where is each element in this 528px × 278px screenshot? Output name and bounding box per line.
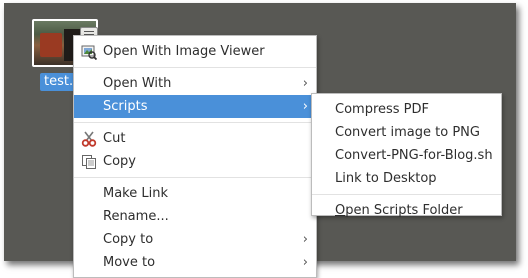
menu-separator xyxy=(74,122,316,123)
scripts-submenu: Compress PDF Convert image to PNG Conver… xyxy=(311,93,502,218)
image-viewer-icon xyxy=(81,44,98,61)
menu-item-label: Cut xyxy=(103,131,126,146)
submenu-arrow-icon: › xyxy=(302,99,308,114)
scissors-icon xyxy=(81,131,97,147)
menu-item-label: Open With xyxy=(103,76,172,91)
menu-item-label: Copy xyxy=(103,154,136,169)
menu-item-scripts[interactable]: Scripts › xyxy=(74,95,316,118)
menu-item-open-scripts-folder[interactable]: Open Scripts Folder xyxy=(312,199,501,222)
script-item-convert-png-for-blog[interactable]: Convert-PNG-for-Blog.sh xyxy=(312,144,501,167)
mnemonic-letter: O xyxy=(335,203,346,218)
menu-separator xyxy=(74,67,316,68)
menu-item-label: Link to Desktop xyxy=(335,171,437,186)
menu-item-open-with[interactable]: Open With › xyxy=(74,72,316,95)
menu-item-label: Compress PDF xyxy=(335,102,430,117)
menu-item-label: Move to xyxy=(103,255,156,270)
submenu-arrow-icon: › xyxy=(302,76,308,91)
menu-item-label: Make Link xyxy=(103,186,168,201)
menu-item-label: Open With Image Viewer xyxy=(103,44,265,59)
thumbnail-detail xyxy=(40,33,62,57)
menu-separator xyxy=(74,177,316,178)
script-item-compress-pdf[interactable]: Compress PDF xyxy=(312,98,501,121)
menu-item-label: Convert-PNG-for-Blog.sh xyxy=(335,148,493,163)
screenshot-frame: test.p Open With Image Viewer Open With … xyxy=(0,0,528,278)
script-item-convert-image-to-png[interactable]: Convert image to PNG xyxy=(312,121,501,144)
menu-item-cut[interactable]: Cut xyxy=(74,127,316,150)
menu-item-label: Rename... xyxy=(103,209,169,224)
menu-item-rename[interactable]: Rename... xyxy=(74,205,316,228)
submenu-arrow-icon: › xyxy=(302,232,308,247)
menu-item-label: Copy to xyxy=(103,232,154,247)
menu-item-open-with-image-viewer[interactable]: Open With Image Viewer xyxy=(74,40,316,63)
menu-item-label: Scripts xyxy=(103,99,148,114)
menu-separator xyxy=(312,194,501,195)
menu-item-move-to[interactable]: Move to › xyxy=(74,251,316,274)
copy-icon xyxy=(81,154,97,170)
menu-item-copy-to[interactable]: Copy to › xyxy=(74,228,316,251)
submenu-arrow-icon: › xyxy=(302,255,308,270)
menu-item-label: pen Scripts Folder xyxy=(345,203,463,218)
context-menu: Open With Image Viewer Open With › Scrip… xyxy=(73,35,317,278)
script-item-link-to-desktop[interactable]: Link to Desktop xyxy=(312,167,501,190)
menu-item-make-link[interactable]: Make Link xyxy=(74,182,316,205)
menu-item-copy[interactable]: Copy xyxy=(74,150,316,173)
menu-item-label: Convert image to PNG xyxy=(335,125,480,140)
